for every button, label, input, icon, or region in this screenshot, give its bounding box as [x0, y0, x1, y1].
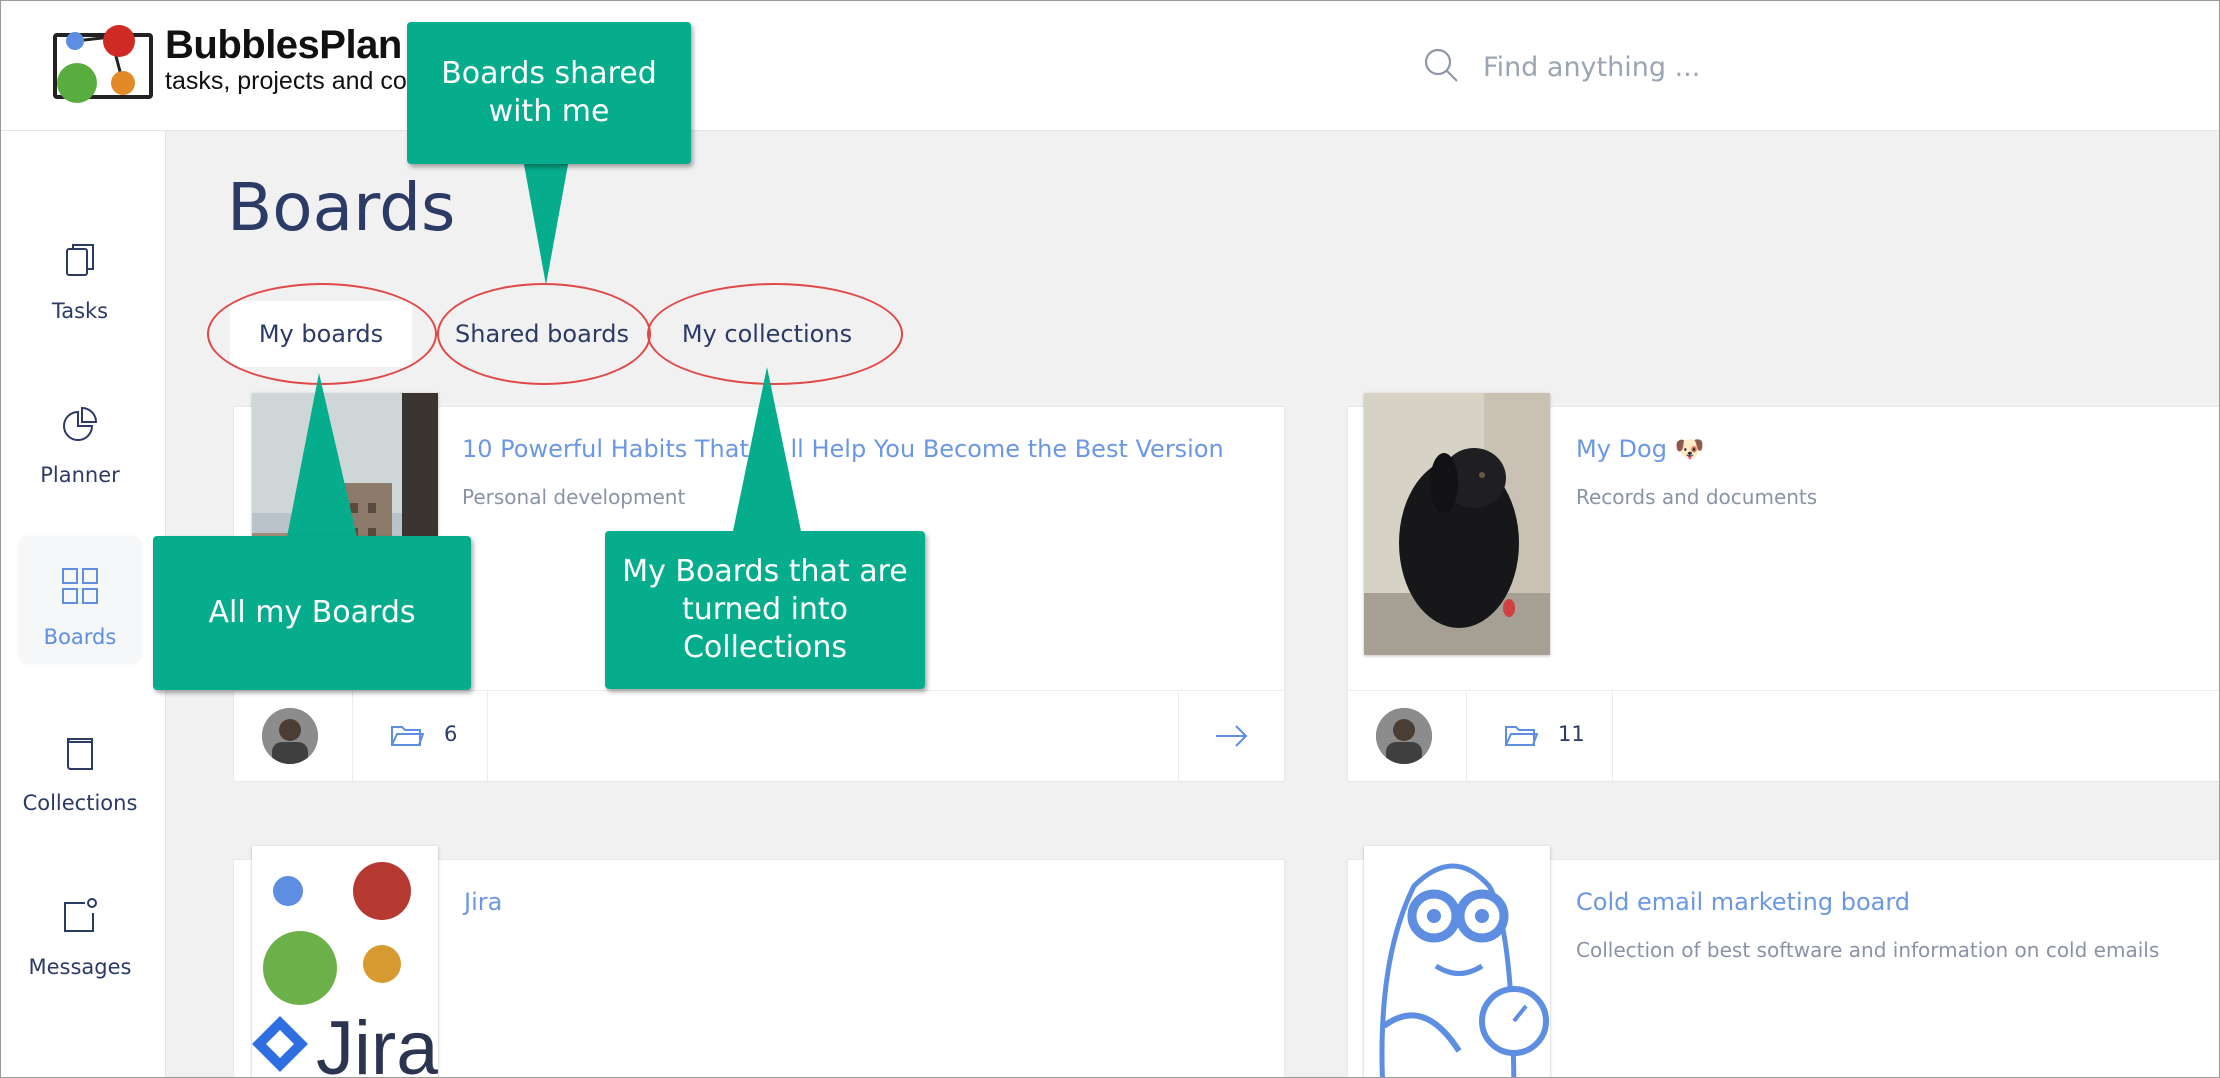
- item-count: 6: [444, 722, 458, 746]
- sidebar-item-label: Messages: [28, 955, 132, 979]
- page-title: Boards: [227, 169, 456, 246]
- sidebar-item-collections[interactable]: Collections: [19, 711, 141, 829]
- board-description: Collection of best software and informat…: [1576, 938, 2160, 962]
- board-description: Records and documents: [1576, 485, 1818, 509]
- owner-avatar[interactable]: [1376, 708, 1432, 764]
- arrow-right-icon[interactable]: [1214, 721, 1250, 751]
- footer-divider: [1178, 691, 1179, 781]
- svg-text:Jira: Jira: [316, 1006, 438, 1078]
- item-count: 11: [1558, 722, 1585, 746]
- footer-divider: [1612, 691, 1613, 781]
- book-icon: [67, 738, 93, 770]
- tasks-icon: [66, 244, 94, 276]
- callout-all-boards: All my Boards: [153, 536, 471, 690]
- app-window: BubblesPlan tasks, projects and colle or…: [0, 0, 2220, 1078]
- board-card-my-dog[interactable]: My Dog 🐶 Records and documents 11: [1347, 393, 2219, 782]
- sidebar-item-boards[interactable]: Boards: [19, 537, 141, 663]
- tab-my-boards[interactable]: My boards: [230, 301, 412, 367]
- footer-divider: [352, 691, 353, 781]
- folder-icon: [391, 726, 424, 746]
- footer-divider: [487, 691, 488, 781]
- bubblesplan-logo[interactable]: [53, 23, 153, 103]
- board-card-jira[interactable]: Jira Jira: [233, 846, 1285, 1077]
- tab-shared-boards[interactable]: Shared boards: [441, 301, 643, 367]
- owner-avatar[interactable]: [262, 708, 318, 764]
- tab-my-collections[interactable]: My collections: [665, 301, 869, 367]
- board-description: Personal development: [462, 485, 686, 509]
- message-icon: [64, 898, 97, 932]
- board-cover-image: Jira: [252, 846, 438, 1078]
- top-header: BubblesPlan tasks, projects and colle or…: [1, 1, 2219, 131]
- board-cover-image: [1364, 393, 1550, 655]
- callout-my-collections: My Boards that are turned into Collectio…: [605, 531, 925, 689]
- sidebar-item-messages[interactable]: Messages: [19, 875, 141, 993]
- board-card-cold-email[interactable]: Cold email marketing board Collection of…: [1347, 846, 2219, 1077]
- board-title[interactable]: My Dog 🐶: [1576, 435, 1704, 463]
- sidebar-item-planner[interactable]: Planner: [19, 383, 141, 501]
- board-title[interactable]: Cold email marketing board: [1576, 888, 1910, 916]
- board-footer: 6: [234, 690, 1284, 781]
- board-cover-image: [1364, 846, 1550, 1077]
- pie-chart-icon: [63, 406, 98, 441]
- sidebar-item-label: Boards: [43, 625, 117, 649]
- brand-title: BubblesPlan: [165, 23, 402, 67]
- callout-shared-boards: Boards shared with me: [407, 22, 691, 164]
- grid-icon: [62, 568, 98, 604]
- footer-divider: [1466, 691, 1467, 781]
- search-input[interactable]: [1483, 45, 1983, 89]
- search-icon: [1424, 48, 1458, 82]
- callout-pointer: [523, 159, 569, 285]
- sidebar-item-label: Planner: [40, 463, 120, 487]
- sidebar: Tasks Planner Boards Collections Message…: [1, 131, 166, 1077]
- callout-pointer: [733, 367, 801, 531]
- sidebar-item-tasks[interactable]: Tasks: [19, 219, 141, 337]
- sidebar-item-label: Collections: [22, 791, 138, 815]
- board-footer: 11: [1348, 690, 2219, 781]
- board-title[interactable]: Jira: [464, 888, 502, 916]
- board-title[interactable]: 10 Powerful Habits That ll Help You Beco…: [462, 435, 1224, 463]
- folder-icon: [1505, 726, 1538, 746]
- callout-pointer: [287, 373, 357, 537]
- brand-subtitle: tasks, projects and colle: [165, 67, 432, 95]
- sidebar-item-label: Tasks: [51, 299, 109, 323]
